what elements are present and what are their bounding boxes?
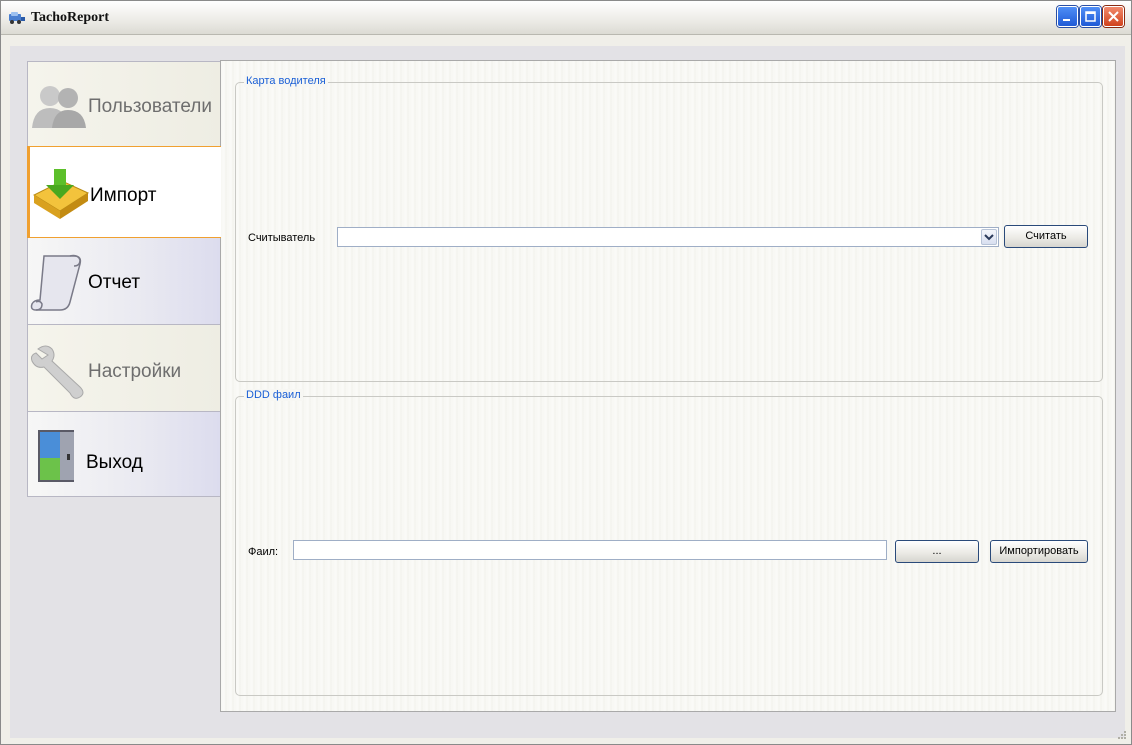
driver-card-group-title: Карта водителя	[244, 75, 328, 87]
chevron-down-icon	[984, 234, 994, 241]
window-title: TachoReport	[31, 10, 110, 25]
nav-tab-exit[interactable]: Выход	[27, 411, 221, 497]
title-bar[interactable]: TachoReport	[1, 1, 1131, 35]
ddd-file-group-title: DDD фаил	[244, 389, 303, 401]
nav-tab-exit-label: Выход	[86, 452, 143, 473]
close-button[interactable]	[1103, 6, 1124, 27]
browse-button[interactable]: ...	[895, 540, 979, 563]
nav-tab-users[interactable]: Пользователи	[27, 61, 221, 147]
import-content-panel: Карта водителя Считыватель Считать DDD ф…	[220, 60, 1116, 712]
exit-door-icon	[38, 430, 74, 482]
users-icon	[32, 86, 86, 128]
file-label: Фаил:	[248, 546, 279, 558]
app-window: TachoReport Пользователи Импорт Отчет На…	[0, 0, 1132, 745]
reader-combobox[interactable]	[337, 227, 999, 247]
resize-grip-icon[interactable]	[1117, 730, 1127, 740]
import-tray-icon	[32, 169, 90, 219]
read-button[interactable]: Считать	[1004, 225, 1088, 248]
nav-tab-settings[interactable]: Настройки	[27, 324, 221, 412]
nav-tab-report[interactable]: Отчет	[27, 237, 221, 325]
minimize-icon	[1063, 19, 1070, 21]
app-icon	[9, 12, 25, 24]
report-scroll-icon	[30, 254, 82, 311]
nav-tab-report-label: Отчет	[88, 272, 141, 293]
nav-tab-users-label: Пользователи	[88, 96, 213, 117]
nav-tab-settings-label: Настройки	[88, 361, 182, 382]
ddd-file-group: DDD фаил Фаил: ... Импортировать	[235, 389, 1103, 696]
nav-tab-import-label: Импорт	[90, 185, 157, 206]
nav-tab-import[interactable]: Импорт	[27, 146, 221, 238]
maximize-button[interactable]	[1080, 6, 1101, 27]
driver-card-group: Карта водителя Считыватель Считать	[235, 75, 1103, 382]
maximize-icon	[1085, 11, 1096, 22]
minimize-button[interactable]	[1057, 6, 1078, 27]
import-button[interactable]: Импортировать	[990, 540, 1088, 563]
file-path-input[interactable]	[293, 540, 887, 560]
wrench-icon	[31, 345, 84, 399]
close-icon	[1108, 11, 1119, 22]
reader-label: Считыватель	[248, 232, 316, 244]
reader-dropdown-button[interactable]	[981, 229, 997, 245]
